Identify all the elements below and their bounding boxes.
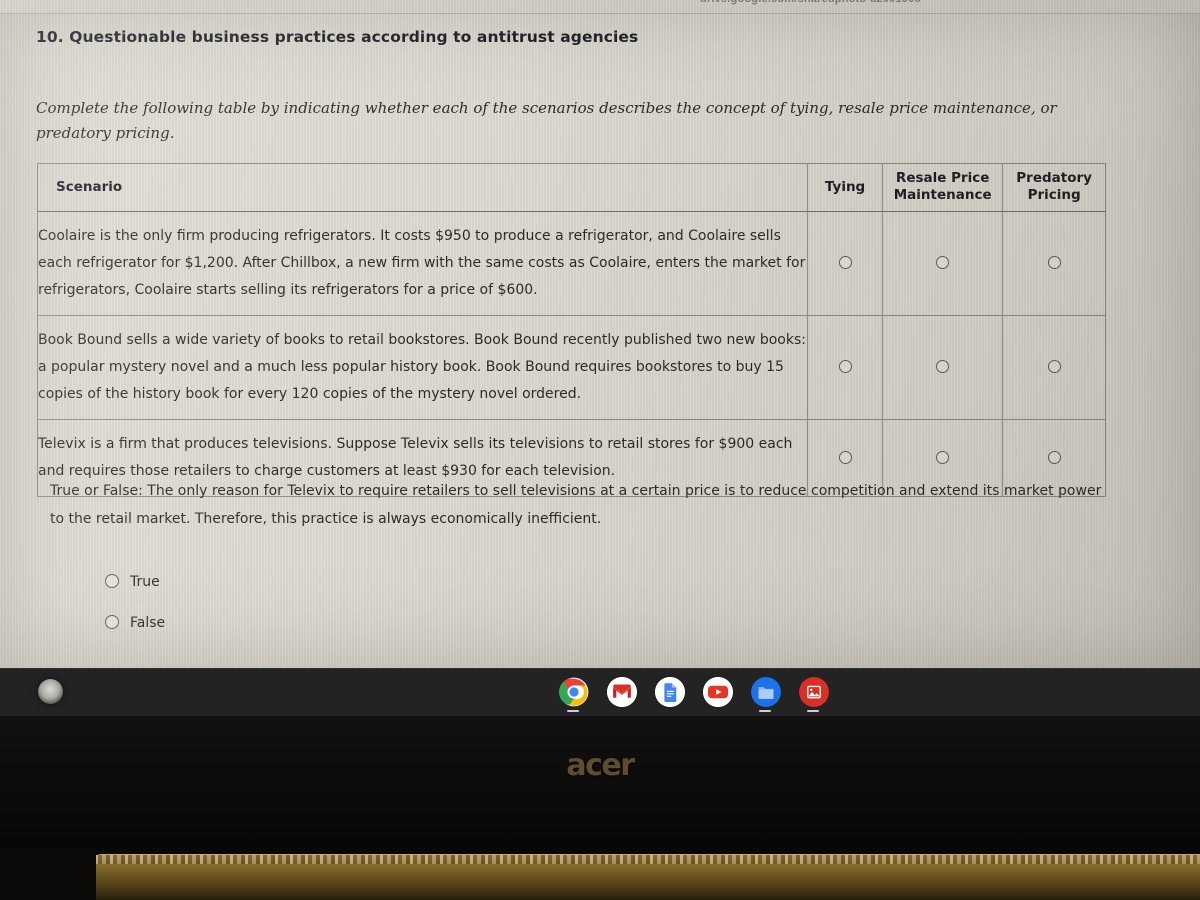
false-option-label: False bbox=[130, 615, 166, 631]
radio-cell-predatory-1[interactable] bbox=[1002, 211, 1106, 316]
youtube-icon[interactable] bbox=[703, 677, 733, 707]
radio-predatory-2[interactable] bbox=[1047, 360, 1061, 373]
radio-cell-tying-1[interactable] bbox=[806, 211, 884, 316]
scenario-classification-table: Scenario Tying Resale Price Maintenance … bbox=[37, 163, 1106, 497]
radio-false[interactable] bbox=[105, 615, 119, 629]
page-title: 10. Questionable business practices acco… bbox=[36, 28, 639, 46]
rpm-header-line1: Resale Price bbox=[895, 170, 990, 186]
gallery-icon[interactable] bbox=[799, 677, 829, 707]
gmail-icon[interactable] bbox=[607, 677, 637, 707]
true-false-option-true[interactable]: True bbox=[105, 574, 160, 590]
files-running-indicator bbox=[759, 710, 771, 712]
files-icon[interactable] bbox=[751, 677, 781, 707]
radio-rpm-2[interactable] bbox=[936, 360, 950, 373]
laptop-bezel bbox=[0, 716, 1200, 856]
launcher-button[interactable] bbox=[38, 679, 63, 704]
table-header-row: Scenario Tying Resale Price Maintenance … bbox=[37, 163, 1106, 212]
base-edge-texture bbox=[95, 855, 1200, 864]
laptop-base-edge bbox=[0, 848, 1200, 900]
radio-cell-predatory-2[interactable] bbox=[1002, 315, 1106, 420]
column-header-predatory-pricing: Predatory Pricing bbox=[1002, 163, 1106, 212]
column-header-scenario: Scenario bbox=[37, 163, 808, 212]
radio-cell-tying-2[interactable] bbox=[806, 315, 884, 420]
predatory-header-line2: Pricing bbox=[1027, 187, 1081, 203]
gallery-running-indicator bbox=[807, 710, 819, 712]
true-false-option-false[interactable]: False bbox=[105, 615, 165, 631]
browser-chrome-cutoff: drive.google.com/sharedphoto-a2001908 bbox=[0, 0, 1200, 14]
radio-predatory-3[interactable] bbox=[1047, 450, 1061, 464]
radio-tying-1[interactable] bbox=[838, 256, 852, 269]
radio-true[interactable] bbox=[105, 574, 119, 588]
radio-cell-rpm-2[interactable] bbox=[882, 315, 1004, 420]
scenario-text-1: Coolaire is the only firm producing refr… bbox=[37, 211, 808, 316]
chromeos-shelf bbox=[0, 668, 1200, 716]
radio-rpm-3[interactable] bbox=[936, 450, 950, 464]
radio-cell-rpm-1[interactable] bbox=[882, 211, 1004, 316]
laptop-screen: drive.google.com/sharedphoto-a2001908 10… bbox=[0, 0, 1200, 668]
question-page: 10. Questionable business practices acco… bbox=[0, 14, 1200, 668]
base-left-shadow bbox=[0, 848, 96, 900]
acer-brand-logo: acer bbox=[566, 748, 635, 783]
rpm-header-line2: Maintenance bbox=[893, 187, 992, 203]
radio-predatory-1[interactable] bbox=[1047, 256, 1061, 269]
radio-tying-2[interactable] bbox=[838, 360, 852, 373]
true-false-prompt: True or False: The only reason for Telev… bbox=[50, 483, 1102, 527]
chrome-icon[interactable] bbox=[559, 677, 589, 707]
column-header-tying: Tying bbox=[806, 163, 884, 212]
google-docs-icon[interactable] bbox=[655, 677, 685, 707]
url-fragment-text: drive.google.com/sharedphoto-a2001908 bbox=[700, 0, 921, 5]
predatory-header-line1: Predatory bbox=[1016, 170, 1092, 186]
table-row: Coolaire is the only firm producing refr… bbox=[37, 211, 1106, 316]
chrome-running-indicator bbox=[567, 710, 579, 712]
laptop-photo-scene: drive.google.com/sharedphoto-a2001908 10… bbox=[0, 0, 1200, 900]
instructions-text: Complete the following table by indicati… bbox=[36, 99, 1057, 142]
radio-rpm-1[interactable] bbox=[936, 256, 950, 269]
true-option-label: True bbox=[130, 574, 160, 590]
column-header-resale-price-maintenance: Resale Price Maintenance bbox=[882, 163, 1004, 212]
scenario-text-2: Book Bound sells a wide variety of books… bbox=[37, 315, 808, 420]
table-row: Book Bound sells a wide variety of books… bbox=[37, 315, 1106, 420]
radio-tying-3[interactable] bbox=[838, 450, 852, 464]
